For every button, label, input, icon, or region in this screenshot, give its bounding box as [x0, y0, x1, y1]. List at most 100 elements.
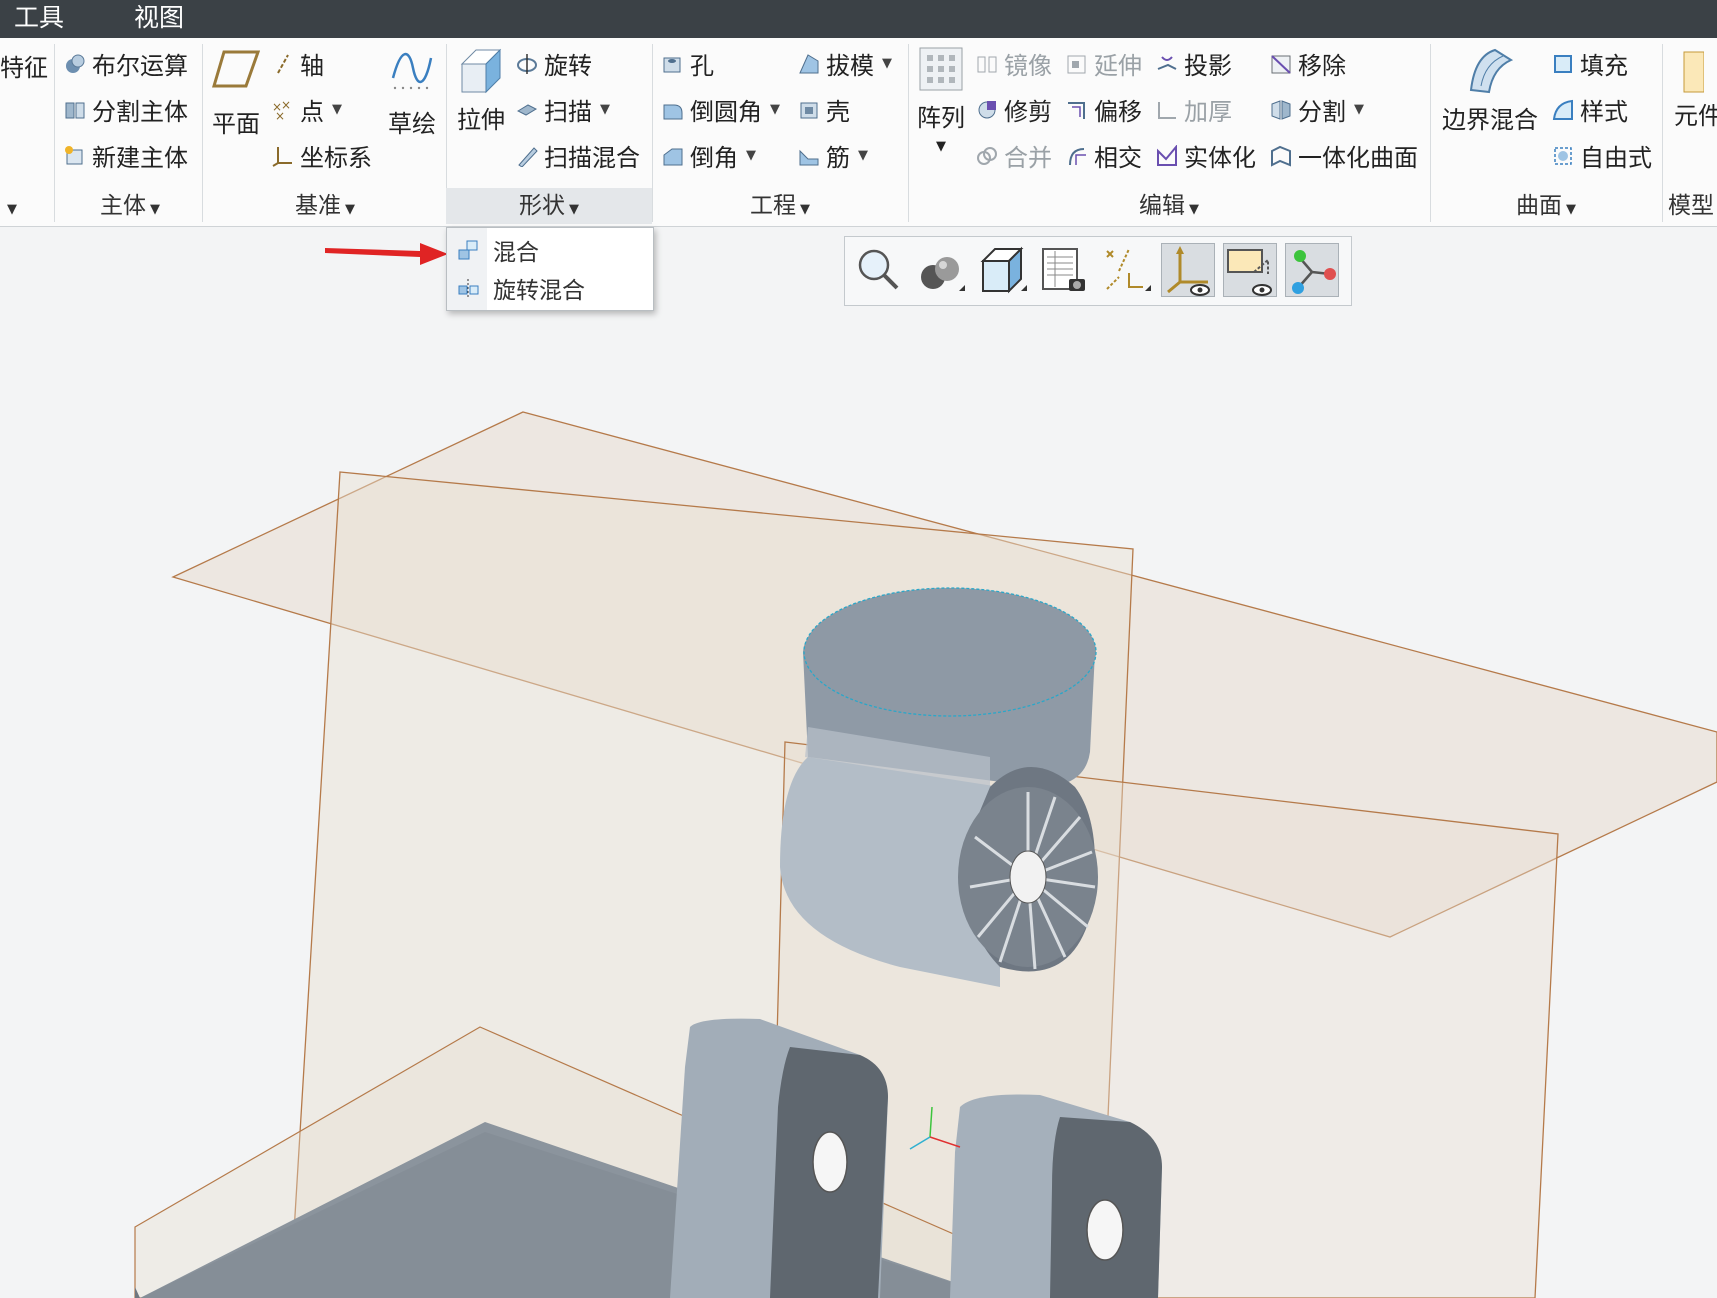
- rotational-blend-menu-item[interactable]: 旋转混合: [447, 269, 653, 307]
- style-button[interactable]: 样式: [1552, 92, 1628, 127]
- swept-blend-button[interactable]: 扫描混合: [516, 138, 640, 173]
- annotation-display-toggle[interactable]: [1223, 243, 1277, 297]
- blend-label: 混合: [493, 240, 539, 266]
- revolve-icon: [516, 53, 538, 75]
- feature-group-dropdown[interactable]: ▼: [0, 188, 20, 224]
- swept-blend-icon: [516, 145, 538, 167]
- main-body-label-text: 主体: [100, 193, 146, 219]
- display-style-button[interactable]: [913, 243, 967, 297]
- intersect-label: 相交: [1094, 144, 1142, 172]
- split-body-icon: [64, 99, 86, 121]
- component-button[interactable]: 元件: [1674, 46, 1717, 131]
- graphics-viewport[interactable]: [0, 227, 1717, 1298]
- shape-group-label[interactable]: 形状 ▼: [446, 188, 652, 224]
- hole-button[interactable]: 孔: [662, 46, 714, 81]
- datum-display-button[interactable]: [1099, 243, 1153, 297]
- merge-button[interactable]: 合并: [976, 138, 1052, 173]
- freestyle-button[interactable]: 自由式: [1552, 138, 1652, 173]
- split-body-button[interactable]: 分割主体: [64, 92, 188, 127]
- plane-icon: [212, 48, 260, 90]
- new-body-label: 新建主体: [92, 144, 188, 172]
- plane-button[interactable]: 平面: [210, 48, 262, 139]
- extrude-icon: [456, 46, 506, 96]
- left-lug: [670, 1018, 888, 1298]
- model-group-label[interactable]: 模型: [1668, 188, 1717, 224]
- csys-button[interactable]: 坐标系: [272, 138, 372, 173]
- boundary-blend-button[interactable]: 边界混合: [1438, 46, 1542, 135]
- intersect-button[interactable]: 相交: [1066, 138, 1142, 173]
- boolean-label: 布尔运算: [92, 52, 188, 80]
- fill-icon: [1552, 53, 1574, 75]
- zoom-button[interactable]: [851, 243, 905, 297]
- rib-button[interactable]: 筋 ▼: [798, 138, 868, 173]
- component-icon: [1674, 46, 1704, 94]
- split-button[interactable]: 分割 ▼: [1270, 92, 1364, 127]
- hole-icon: [662, 53, 684, 75]
- datum-label-text: 基准: [295, 193, 341, 219]
- trim-button[interactable]: 修剪: [976, 92, 1052, 127]
- csys-display-toggle[interactable]: [1161, 243, 1215, 297]
- point-button[interactable]: × × × 点 ▼: [272, 92, 342, 127]
- project-button[interactable]: 投影: [1156, 46, 1232, 81]
- annotation-display-icon: [1227, 249, 1272, 296]
- saved-orientations-button[interactable]: [975, 243, 1029, 297]
- offset-label: 偏移: [1094, 98, 1142, 126]
- draft-button[interactable]: 拔模 ▼: [798, 46, 892, 81]
- shell-button[interactable]: 壳: [798, 92, 850, 127]
- thicken-label: 加厚: [1184, 98, 1232, 126]
- sweep-button[interactable]: 扫描 ▼: [516, 92, 610, 127]
- axis-button[interactable]: 轴: [272, 46, 324, 81]
- separator: [1662, 44, 1663, 222]
- red-arrow-annotation: [325, 243, 448, 265]
- view-toolbar: [844, 236, 1352, 306]
- chamfer-label: 倒角: [690, 144, 738, 172]
- extend-icon: [1066, 53, 1088, 75]
- engineering-group-label[interactable]: 工程 ▼: [652, 188, 908, 224]
- extrude-button[interactable]: 拉伸: [452, 46, 510, 135]
- model-scene[interactable]: [0, 227, 1717, 1298]
- datum-group-label[interactable]: 基准 ▼: [204, 188, 446, 224]
- surface-group-label[interactable]: 曲面 ▼: [1430, 188, 1662, 224]
- pattern-button[interactable]: 阵列 ▼: [914, 46, 968, 154]
- surface-label-text: 曲面: [1516, 193, 1562, 219]
- round-button[interactable]: 倒圆角 ▼: [662, 92, 780, 127]
- fill-button[interactable]: 填充: [1552, 46, 1628, 81]
- shape-dropdown-menu: 混合 旋转混合: [446, 227, 654, 311]
- rotational-blend-label: 旋转混合: [493, 278, 585, 304]
- main-body-group-label[interactable]: 主体 ▼: [60, 188, 200, 224]
- editing-label-text: 编辑: [1139, 193, 1185, 219]
- menu-view[interactable]: 视图: [134, 0, 184, 38]
- solidify-button[interactable]: 实体化: [1156, 138, 1256, 173]
- mirror-button[interactable]: 镜像: [976, 46, 1052, 81]
- revolve-button[interactable]: 旋转: [516, 46, 592, 81]
- editing-group-label[interactable]: 编辑 ▼: [908, 188, 1430, 224]
- unify-surface-button[interactable]: 一体化曲面: [1270, 138, 1418, 173]
- pattern-icon: [918, 46, 964, 92]
- unify-surface-icon: [1270, 145, 1292, 167]
- new-body-button[interactable]: 新建主体: [64, 138, 188, 173]
- blend-menu-item[interactable]: 混合: [447, 231, 653, 269]
- draft-icon: [798, 53, 820, 75]
- remove-button[interactable]: 移除: [1270, 46, 1346, 81]
- sketch-button[interactable]: 草绘: [382, 48, 442, 139]
- solidify-label: 实体化: [1184, 144, 1256, 172]
- extend-button[interactable]: 延伸: [1066, 46, 1142, 81]
- project-icon: [1156, 53, 1178, 75]
- spin-center-icon: [1292, 250, 1336, 294]
- project-label: 投影: [1184, 52, 1232, 80]
- chamfer-button[interactable]: 倒角 ▼: [662, 138, 756, 173]
- spin-center-toggle[interactable]: [1285, 243, 1339, 297]
- point-icon: × × ×: [272, 99, 294, 121]
- style-icon: [1552, 99, 1574, 121]
- menu-tools[interactable]: 工具: [14, 0, 64, 38]
- remove-label: 移除: [1298, 52, 1346, 80]
- shape-label-text: 形状: [519, 193, 565, 219]
- view-manager-button[interactable]: [1037, 243, 1091, 297]
- svg-text:×: ×: [275, 109, 285, 121]
- separator: [202, 44, 203, 222]
- boolean-button[interactable]: 布尔运算: [64, 46, 188, 81]
- offset-button[interactable]: 偏移: [1066, 92, 1142, 127]
- thicken-button[interactable]: 加厚: [1156, 92, 1232, 127]
- feature-group-cut[interactable]: 特征: [0, 48, 48, 83]
- remove-icon: [1270, 53, 1292, 75]
